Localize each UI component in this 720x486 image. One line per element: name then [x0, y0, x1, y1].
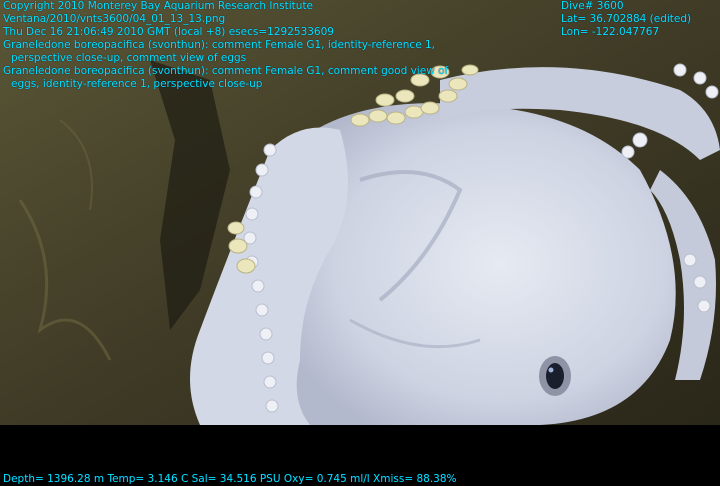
dive-number-text: Dive# 3600 — [561, 0, 624, 12]
sensor-readout: Depth= 1396.28 m Temp= 3.146 C Sal= 34.5… — [3, 473, 457, 485]
file-path-text: Ventana/2010/vnts3600/04_01_13_13.png — [3, 13, 226, 25]
copyright-text: Copyright 2010 Monterey Bay Aquarium Res… — [3, 0, 314, 12]
annotation-2-line-1: Graneledone boreopacifica (svonthun): co… — [3, 65, 449, 77]
annotation-1-line-2: perspective close-up, comment view of eg… — [11, 52, 247, 64]
video-frame: Copyright 2010 Monterey Bay Aquarium Res… — [0, 0, 720, 486]
annotation-2-line-2: eggs, identity-reference 1, perspective … — [11, 78, 263, 90]
metadata-overlay-right: Dive# 3600 Lat= 36.702884 (edited) Lon= … — [561, 0, 691, 39]
latitude-text: Lat= 36.702884 (edited) — [561, 13, 692, 25]
timestamp-text: Thu Dec 16 21:06:49 2010 GMT (local +8) … — [3, 26, 334, 38]
metadata-overlay-left: Copyright 2010 Monterey Bay Aquarium Res… — [3, 0, 448, 91]
annotation-1-line-1: Graneledone boreopacifica (svonthun): co… — [3, 39, 436, 51]
longitude-text: Lon= -122.047767 — [561, 26, 660, 38]
